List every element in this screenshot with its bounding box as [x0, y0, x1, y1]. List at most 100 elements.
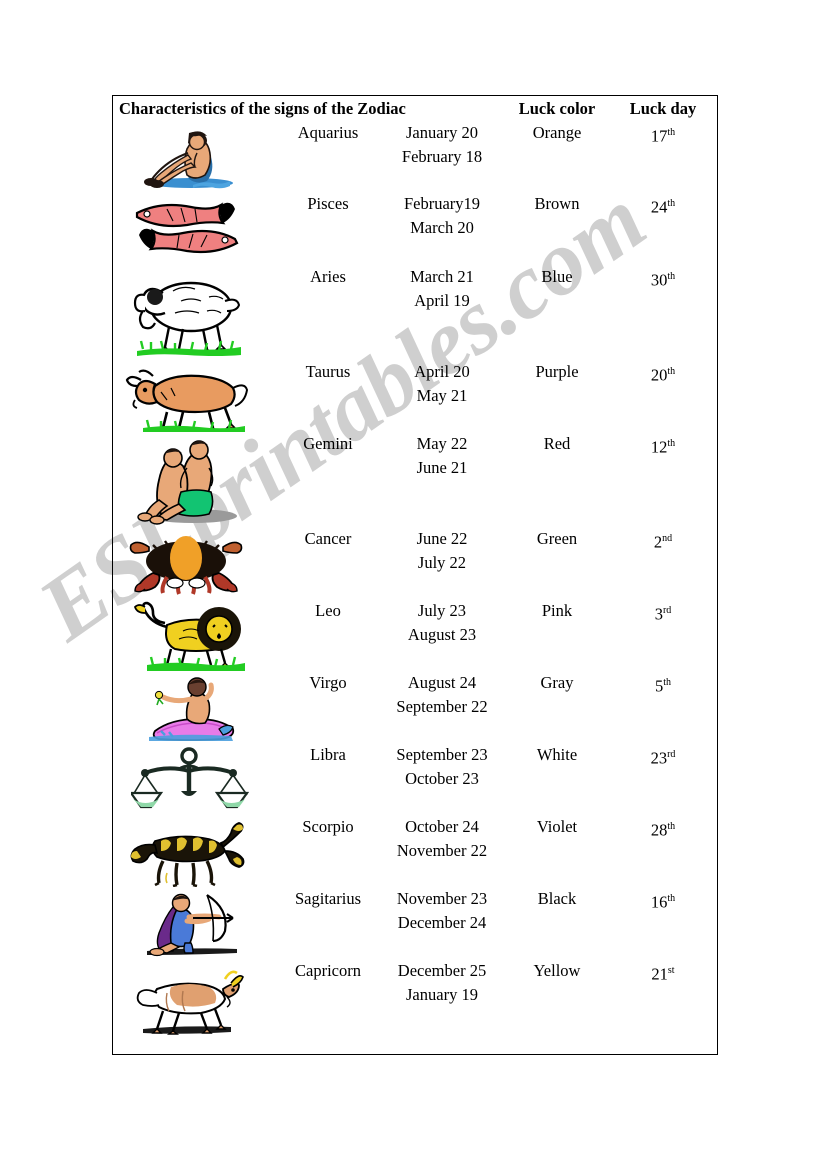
- date-range: October 24 November 22: [383, 815, 501, 863]
- aquarius-icon: [144, 131, 233, 189]
- luck-color: Yellow: [533, 961, 581, 980]
- leo-icon: [133, 601, 245, 671]
- date-end: July 22: [417, 553, 467, 572]
- luck-color: Blue: [541, 267, 573, 286]
- date-start: March 21: [410, 267, 474, 286]
- table-row: Leo July 23 August 23 Pink 3rd: [113, 599, 717, 671]
- luck-day-number: 23: [650, 748, 668, 768]
- sign-name: Gemini: [303, 434, 353, 453]
- luck-color: Red: [543, 434, 571, 453]
- date-end: September 22: [396, 697, 488, 716]
- luck-color: White: [536, 745, 578, 764]
- date-range: August 24 September 22: [383, 671, 501, 719]
- table-row: Sagitarius November 23 December 24 Black…: [113, 887, 717, 959]
- sagitarius-icon: [147, 893, 237, 957]
- luck-day: 23rd: [613, 743, 713, 771]
- luck-day-number: 16: [650, 892, 668, 912]
- date-start: August 24: [407, 673, 477, 692]
- luck-day-suffix: th: [663, 677, 672, 688]
- luck-day-number: 24: [650, 197, 668, 217]
- date-start: December 25: [397, 961, 487, 980]
- date-start: July 23: [417, 601, 467, 620]
- luck-day: 30th: [613, 265, 713, 293]
- aries-icon: [133, 281, 241, 356]
- date-start: November 23: [396, 889, 488, 908]
- table-row: Capricorn December 25 January 19 Yellow …: [113, 959, 717, 1041]
- luck-day: 12th: [613, 432, 713, 460]
- sign-name: Aries: [310, 267, 346, 286]
- luck-day-suffix: th: [667, 271, 676, 282]
- luck-day-suffix: nd: [662, 533, 673, 544]
- table-row: Virgo August 24 September 22 Gray 5th: [113, 671, 717, 743]
- date-range: November 23 December 24: [383, 887, 501, 935]
- date-end: November 22: [396, 841, 488, 860]
- date-range: February19 March 20: [383, 192, 501, 240]
- luck-day: 21st: [613, 959, 713, 987]
- date-end: March 20: [410, 218, 474, 237]
- luck-day-suffix: th: [667, 366, 676, 377]
- date-range: April 20 May 21: [383, 360, 501, 408]
- sign-name: Taurus: [305, 362, 351, 381]
- date-start: January 20: [406, 123, 478, 142]
- luck-color: Green: [536, 529, 578, 548]
- date-end: January 19: [406, 985, 478, 1004]
- table-header-row: Characteristics of the signs of the Zodi…: [113, 96, 717, 121]
- date-range: July 23 August 23: [383, 599, 501, 647]
- date-start: June 22: [416, 529, 468, 548]
- taurus-icon: [125, 369, 249, 432]
- luck-day-suffix: th: [667, 438, 676, 449]
- luck-day: 24th: [613, 192, 713, 220]
- luck-day: 20th: [613, 360, 713, 388]
- luck-day: 5th: [613, 671, 713, 699]
- table-row: Pisces February19 March 20 Brown 24th: [113, 192, 717, 265]
- table-row: Libra September 23 October 23 White 23rd: [113, 743, 717, 815]
- luck-day-number: 20: [650, 365, 668, 385]
- sign-name: Virgo: [309, 673, 347, 692]
- luck-day: 28th: [613, 815, 713, 843]
- sign-name: Capricorn: [295, 961, 361, 980]
- luck-day-number: 12: [650, 437, 668, 457]
- header-luck-color: Luck color: [518, 99, 596, 118]
- libra-icon: [131, 747, 249, 809]
- date-range: June 22 July 22: [383, 527, 501, 575]
- luck-day-suffix: th: [667, 893, 676, 904]
- luck-day: 2nd: [613, 527, 713, 555]
- luck-day-number: 21: [651, 964, 668, 984]
- date-range: September 23 October 23: [383, 743, 501, 791]
- sign-name: Cancer: [304, 529, 352, 548]
- date-start: April 20: [414, 362, 470, 381]
- luck-color: Violet: [536, 817, 578, 836]
- luck-day-suffix: th: [667, 127, 676, 138]
- luck-day-number: 3: [654, 604, 663, 624]
- sign-name: Sagitarius: [295, 889, 361, 908]
- luck-day-suffix: rd: [667, 749, 676, 760]
- date-start: May 22: [416, 434, 468, 453]
- date-start: February19: [403, 194, 481, 213]
- luck-day: 16th: [613, 887, 713, 915]
- luck-day-number: 5: [654, 676, 664, 696]
- date-range: March 21 April 19: [383, 265, 501, 313]
- sign-name: Pisces: [307, 194, 349, 213]
- date-range: January 20 February 18: [383, 121, 501, 169]
- sign-name: Libra: [310, 745, 346, 764]
- luck-color: Purple: [535, 362, 579, 381]
- capricorn-icon: [136, 970, 244, 1035]
- luck-color: Pink: [541, 601, 573, 620]
- date-end: April 19: [414, 291, 470, 310]
- table-row: Taurus April 20 May 21 Purple 20th: [113, 360, 717, 432]
- table-row: Gemini May 22 June 21 Red 12th: [113, 432, 717, 527]
- cancer-icon: [129, 536, 243, 595]
- luck-day-suffix: rd: [662, 605, 672, 616]
- date-start: September 23: [396, 745, 488, 764]
- table-row: Cancer June 22 July 22 Green 2nd: [113, 527, 717, 599]
- sign-name: Leo: [315, 601, 341, 620]
- date-end: August 23: [407, 625, 477, 644]
- luck-day-number: 28: [650, 820, 668, 840]
- luck-day: 3rd: [613, 599, 713, 627]
- luck-day-suffix: th: [667, 198, 676, 209]
- date-end: December 24: [397, 913, 487, 932]
- table-grid: Characteristics of the signs of the Zodi…: [113, 96, 717, 1041]
- luck-color: Gray: [540, 673, 574, 692]
- date-end: February 18: [401, 147, 483, 166]
- date-range: December 25 January 19: [383, 959, 501, 1007]
